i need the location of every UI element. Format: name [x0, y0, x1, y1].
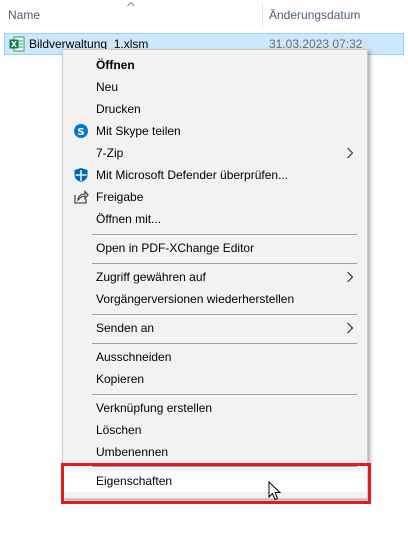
submenu-arrow-icon: [347, 147, 354, 159]
menu-separator: [92, 263, 357, 264]
menu-item-open-with[interactable]: Öffnen mit...: [63, 208, 367, 230]
menu-item-label: Drucken: [96, 102, 141, 116]
skype-icon: S: [74, 124, 88, 138]
column-date-header[interactable]: Änderungsdatum: [269, 8, 360, 22]
menu-item-label: Zugriff gewähren auf: [96, 270, 206, 284]
highlight-frame: [61, 463, 371, 504]
submenu-arrow-icon: [347, 322, 354, 334]
menu-item-print[interactable]: Drucken: [63, 98, 367, 120]
menu-item-label: Freigabe: [96, 190, 144, 204]
menu-item-label: Neu: [96, 80, 119, 94]
defender-icon: [74, 168, 88, 182]
column-divider[interactable]: [262, 3, 263, 27]
svg-text:S: S: [77, 127, 84, 138]
menu-item-rename[interactable]: Umbenennen: [63, 441, 367, 463]
menu-item-label: Verknüpfung erstellen: [96, 401, 213, 415]
menu-item-label: Löschen: [96, 423, 142, 437]
menu-item-label: Ausschneiden: [96, 350, 172, 364]
menu-item-7zip[interactable]: 7-Zip: [63, 142, 367, 164]
menu-item-cut[interactable]: Ausschneiden: [63, 346, 367, 368]
menu-item-share[interactable]: Freigabe: [63, 186, 367, 208]
menu-item-create-shortcut[interactable]: Verknüpfung erstellen: [63, 397, 367, 419]
menu-item-label: Open in PDF-XChange Editor: [96, 241, 255, 255]
menu-item-label: Umbenennen: [96, 445, 169, 459]
menu-item-copy[interactable]: Kopieren: [63, 368, 367, 390]
menu-item-restore-previous[interactable]: Vorgängerversionen wiederherstellen: [63, 288, 367, 310]
menu-item-label: Mit Skype teilen: [96, 124, 181, 138]
menu-item-label: Mit Microsoft Defender überprüfen...: [96, 168, 289, 182]
menu-separator: [92, 234, 357, 235]
menu-item-label: Vorgängerversionen wiederherstellen: [96, 292, 295, 306]
column-header: Name Änderungsdatum: [0, 0, 408, 30]
menu-separator: [92, 394, 357, 395]
menu-item-label: Öffnen mit...: [96, 212, 162, 226]
menu-item-open-pdf-xchange[interactable]: Open in PDF-XChange Editor: [63, 237, 367, 259]
menu-item-send-to[interactable]: Senden an: [63, 317, 367, 339]
menu-separator: [92, 314, 357, 315]
menu-item-defender-scan[interactable]: Mit Microsoft Defender überprüfen...: [63, 164, 367, 186]
mouse-pointer-icon: [268, 481, 282, 501]
menu-item-give-access[interactable]: Zugriff gewähren auf: [63, 266, 367, 288]
menu-item-label: 7-Zip: [96, 146, 124, 160]
context-menu: Öffnen Neu Drucken S Mit Skype teilen 7-…: [62, 49, 368, 499]
menu-item-label: Öffnen: [96, 58, 135, 72]
menu-item-label: Kopieren: [96, 372, 145, 386]
menu-item-delete[interactable]: Löschen: [63, 419, 367, 441]
menu-item-label: Senden an: [96, 321, 155, 335]
sort-ascending-icon: [127, 1, 135, 7]
share-icon: [74, 190, 89, 204]
column-name-header[interactable]: Name: [8, 8, 40, 22]
menu-separator: [92, 343, 357, 344]
excel-macro-file-icon: X: [9, 36, 25, 52]
svg-text:X: X: [11, 40, 18, 49]
menu-item-new[interactable]: Neu: [63, 76, 367, 98]
menu-item-share-skype[interactable]: S Mit Skype teilen: [63, 120, 367, 142]
menu-item-open[interactable]: Öffnen: [63, 54, 367, 76]
submenu-arrow-icon: [347, 271, 354, 283]
